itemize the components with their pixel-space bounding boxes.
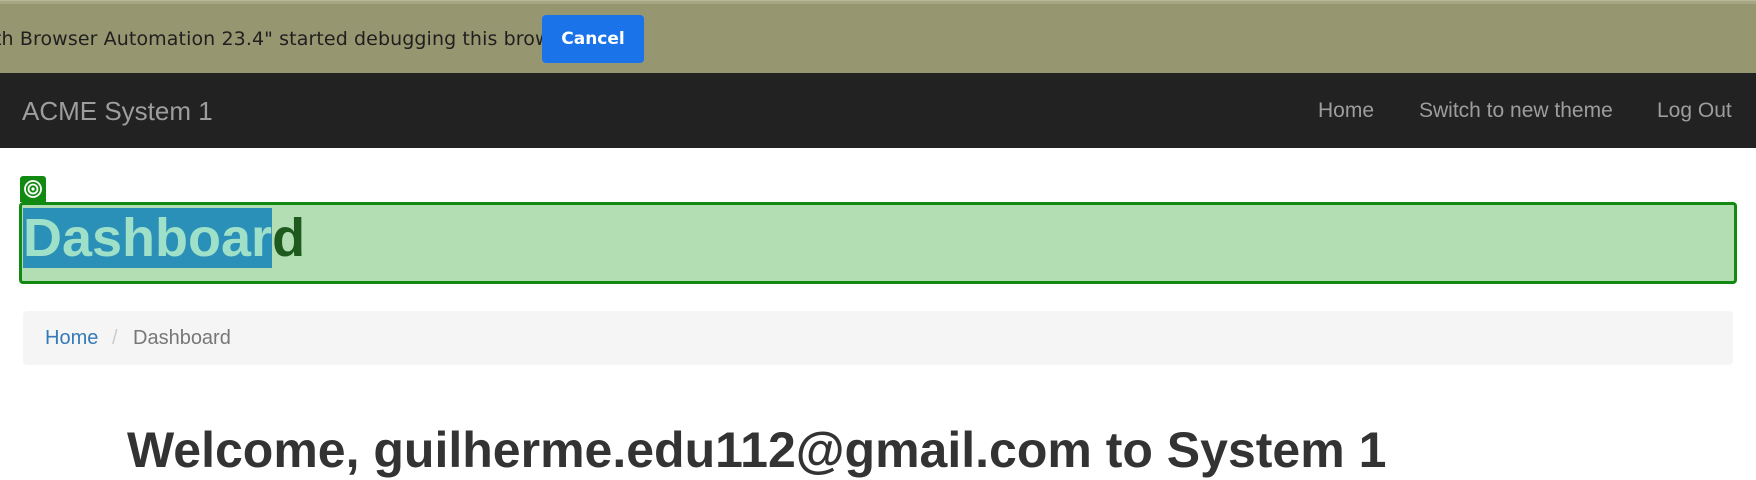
breadcrumb-separator: / <box>112 327 118 349</box>
unselected-title-text: d <box>272 208 306 268</box>
debugging-infobar: th Browser Automation 23.4" started debu… <box>0 0 1756 73</box>
page-title: Dashboard <box>23 206 305 270</box>
target-icon <box>20 176 46 202</box>
welcome-heading: Welcome, guilherme.edu112@gmail.com to S… <box>127 420 1386 480</box>
navbar-brand[interactable]: ACME System 1 <box>22 96 213 127</box>
welcome-prefix: Welcome, <box>127 422 374 478</box>
welcome-suffix: to System 1 <box>1091 422 1387 478</box>
breadcrumb: Home / Dashboard <box>23 311 1733 365</box>
nav-link-log-out[interactable]: Log Out <box>1657 99 1732 123</box>
welcome-user-email: guilherme.edu112@gmail.com <box>373 422 1092 478</box>
debugging-message: th Browser Automation 23.4" started debu… <box>0 28 581 50</box>
nav-link-switch-theme[interactable]: Switch to new theme <box>1419 99 1613 123</box>
cancel-debugging-button[interactable]: Cancel <box>542 15 644 63</box>
top-navbar: ACME System 1 Home Switch to new theme L… <box>0 73 1756 148</box>
breadcrumb-current: Dashboard <box>133 327 231 349</box>
breadcrumb-home-link[interactable]: Home <box>45 327 98 350</box>
nav-link-home[interactable]: Home <box>1318 99 1374 123</box>
selected-title-text: Dashboar <box>23 208 273 268</box>
